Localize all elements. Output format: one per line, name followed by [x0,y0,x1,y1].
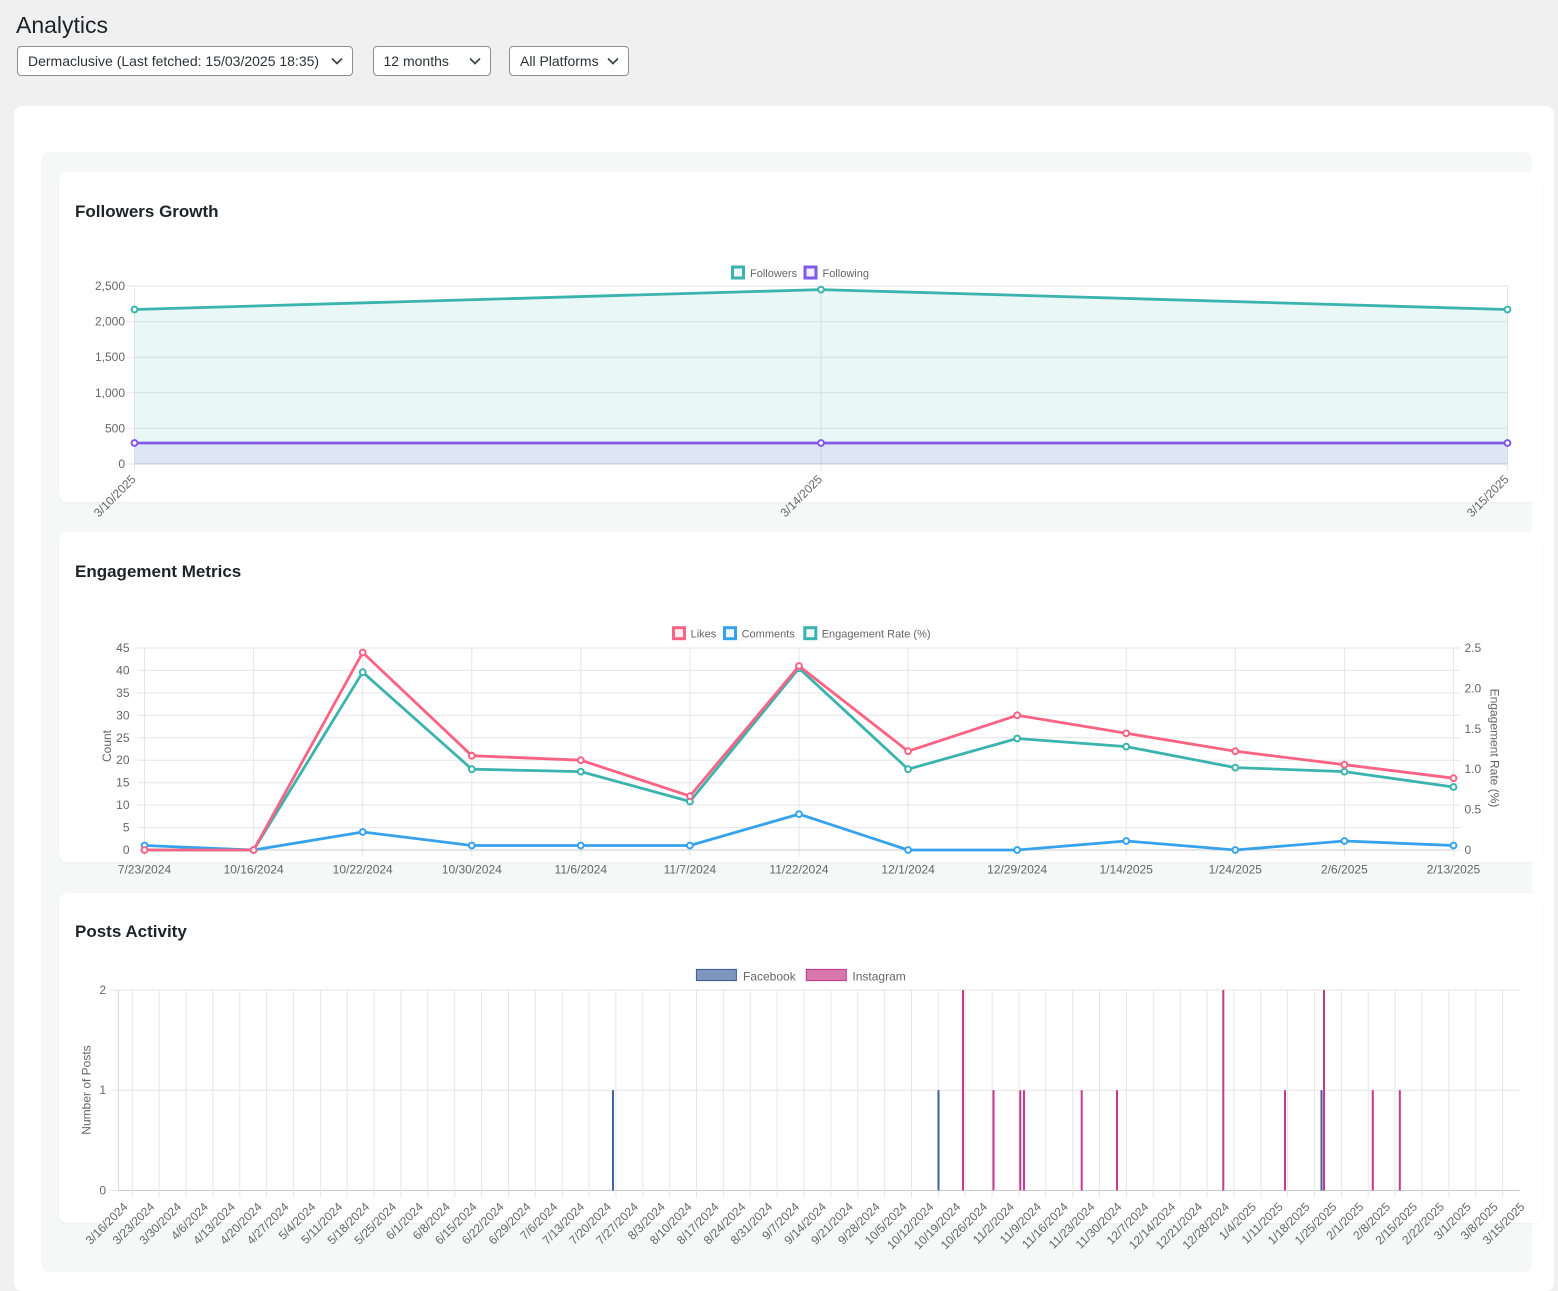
svg-text:1/14/2025: 1/14/2025 [1100,863,1154,877]
svg-text:10/22/2024: 10/22/2024 [333,863,393,877]
svg-text:2/6/2025: 2/6/2025 [1321,863,1368,877]
svg-text:45: 45 [116,641,130,655]
svg-text:11/6/2024: 11/6/2024 [555,863,608,877]
svg-text:2,500: 2,500 [95,279,125,293]
svg-text:Number of Posts: Number of Posts [79,1045,93,1134]
svg-text:Engagement Rate (%): Engagement Rate (%) [822,628,931,640]
svg-text:1.5: 1.5 [1465,722,1482,736]
svg-text:10/16/2024: 10/16/2024 [224,863,284,877]
svg-text:Likes: Likes [691,628,717,640]
svg-text:1: 1 [99,1083,106,1097]
svg-text:35: 35 [116,686,130,700]
svg-text:Facebook: Facebook [743,970,797,984]
svg-text:3/10/2025: 3/10/2025 [91,472,139,520]
svg-text:2/13/2025: 2/13/2025 [1427,863,1481,877]
svg-text:30: 30 [116,708,130,722]
svg-text:20: 20 [116,753,130,767]
svg-text:0: 0 [1465,843,1472,857]
svg-text:15: 15 [116,776,130,790]
svg-text:0: 0 [99,1184,106,1198]
svg-text:Count: Count [100,729,114,762]
svg-text:2.0: 2.0 [1465,681,1482,695]
svg-text:10/30/2024: 10/30/2024 [442,863,502,877]
svg-text:2: 2 [99,983,106,997]
svg-text:Followers: Followers [750,268,798,280]
svg-text:0: 0 [118,457,125,471]
svg-text:5: 5 [123,821,130,835]
svg-text:1.0: 1.0 [1465,762,1482,776]
svg-text:Instagram: Instagram [852,970,905,984]
svg-text:12/29/2024: 12/29/2024 [987,863,1047,877]
svg-text:40: 40 [116,663,130,677]
svg-text:500: 500 [105,421,125,435]
svg-text:3/14/2025: 3/14/2025 [777,472,825,520]
svg-text:Comments: Comments [742,628,796,640]
svg-text:11/7/2024: 11/7/2024 [664,863,717,877]
svg-text:10: 10 [116,798,130,812]
svg-text:1,000: 1,000 [95,386,125,400]
svg-text:0: 0 [123,843,130,857]
svg-text:12/1/2024: 12/1/2024 [881,863,935,877]
svg-text:25: 25 [116,731,130,745]
svg-text:2,000: 2,000 [95,315,125,329]
svg-text:1/24/2025: 1/24/2025 [1209,863,1263,877]
svg-text:0.5: 0.5 [1465,803,1482,817]
svg-text:7/23/2024: 7/23/2024 [118,863,172,877]
svg-text:11/22/2024: 11/22/2024 [769,863,828,877]
svg-text:3/15/2025: 3/15/2025 [1464,472,1512,520]
svg-text:2.5: 2.5 [1465,641,1482,655]
svg-text:1,500: 1,500 [95,350,125,364]
svg-text:Engagement Rate (%): Engagement Rate (%) [1488,689,1502,808]
svg-text:Following: Following [823,268,869,280]
